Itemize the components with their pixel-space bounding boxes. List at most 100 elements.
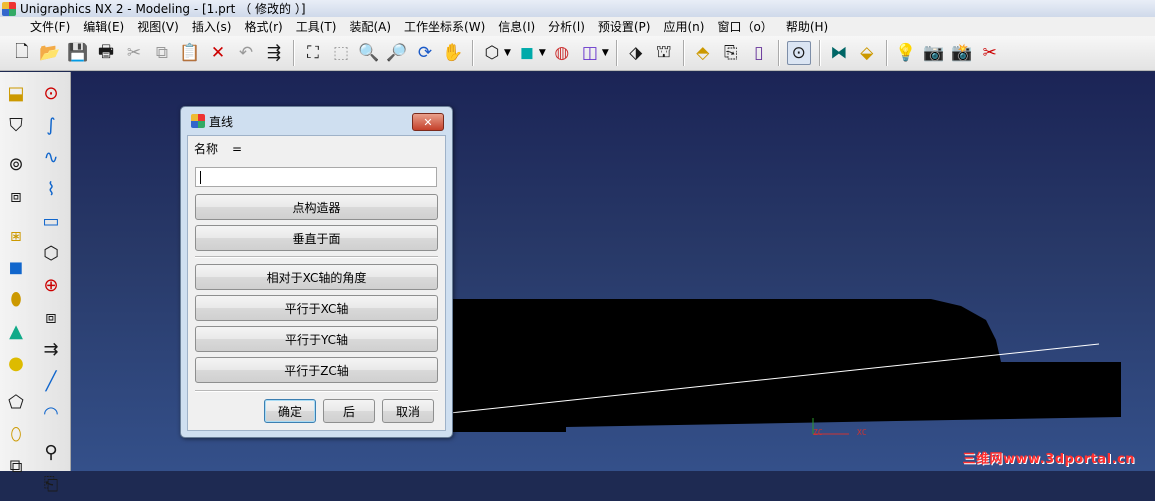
trim-icon[interactable]: ⚲ xyxy=(39,440,63,464)
render-style-icon[interactable]: ◼ xyxy=(516,42,538,64)
menu-edit[interactable]: 编辑(E) xyxy=(77,18,131,35)
spline-icon[interactable]: ∫ xyxy=(39,113,63,137)
rectangle-icon[interactable]: ▭ xyxy=(39,209,63,233)
cut-icon[interactable]: ✂ xyxy=(123,42,145,64)
toolbar-separator xyxy=(818,40,820,66)
menu-tools[interactable]: 工具(T) xyxy=(290,18,344,35)
form-feature-toolbar: ⬓ ⛉ ⊚ ⧈ ⧆ ◼ ⬮ ▲ ● ⬠ ⬯ ⧉ xyxy=(1,78,31,483)
menu-format[interactable]: 格式(r) xyxy=(238,18,289,35)
menu-application[interactable]: 应用(n) xyxy=(657,18,711,35)
cylinder-icon[interactable]: ⬮ xyxy=(4,287,28,311)
repeat-command-icon[interactable]: ⇶ xyxy=(263,42,285,64)
drafting-icon[interactable]: ⎘ xyxy=(720,42,742,64)
component-icon[interactable]: ⬗ xyxy=(625,42,647,64)
offset-curve-icon[interactable]: ⇉ xyxy=(39,337,63,361)
angle-to-xc-button[interactable]: 相对于XC轴的角度 xyxy=(195,264,438,290)
menu-information[interactable]: 信息(I) xyxy=(492,18,542,35)
chevron-down-icon[interactable]: ▼ xyxy=(504,48,511,58)
extrude-icon[interactable]: ⛉ xyxy=(4,113,28,137)
ellipse-icon[interactable]: ⊕ xyxy=(39,273,63,297)
arc-icon[interactable]: ◠ xyxy=(39,401,63,425)
name-label: 名称 xyxy=(194,142,219,156)
menu-wcs[interactable]: 工作坐标系(W) xyxy=(398,18,492,35)
selection-filter-icon[interactable]: ⧓ xyxy=(828,42,850,64)
curve-icon[interactable]: ∿ xyxy=(39,145,63,169)
hole-icon[interactable]: ⊚ xyxy=(4,152,28,176)
point-icon[interactable]: ⊙ xyxy=(39,81,63,105)
paste-icon[interactable]: 📋 xyxy=(179,42,201,64)
zoom-in-out-icon[interactable]: 🔎 xyxy=(386,42,408,64)
edit-object-display-icon[interactable]: ◍ xyxy=(551,42,573,64)
edge-blend-icon[interactable]: ⬯ xyxy=(4,422,28,446)
dialog-body: 名称 = 点构造器 垂直于面 相对于XC轴的角度 平行于XC轴 平行于YC轴 平行… xyxy=(187,135,446,431)
pan-icon[interactable]: ✋ xyxy=(442,42,464,64)
face-blend-icon[interactable]: ⬠ xyxy=(4,390,28,414)
solid-body xyxy=(450,299,1121,432)
helix-icon[interactable]: ⧈ xyxy=(39,305,63,329)
undo-icon[interactable]: ↶ xyxy=(235,42,257,64)
new-file-icon[interactable]: 🗋 xyxy=(11,42,33,64)
door-exit-icon[interactable]: ▯ xyxy=(748,42,770,64)
open-folder-icon[interactable]: 📂 xyxy=(39,42,61,64)
sphere-icon[interactable]: ● xyxy=(4,351,28,375)
toolbar-separator xyxy=(615,40,617,66)
polygon-icon[interactable]: ⬡ xyxy=(39,241,63,265)
zoom-region-icon[interactable]: 🔍 xyxy=(358,42,380,64)
rotate-icon[interactable]: ⟳ xyxy=(414,42,436,64)
left-toolbars: ⬓ ⛉ ⊚ ⧈ ⧆ ◼ ⬮ ▲ ● ⬠ ⬯ ⧉ ⊙ ∫ ∿ ⌇ ▭ ⬡ ⊕ ⧈ … xyxy=(0,72,71,495)
point-constructor-button[interactable]: 点构造器 xyxy=(195,194,438,220)
snap-point-icon[interactable]: ⊙ xyxy=(786,41,811,65)
menu-insert[interactable]: 插入(s) xyxy=(186,18,239,35)
name-input[interactable] xyxy=(195,167,437,187)
xc-axis-label: XC xyxy=(857,428,867,437)
feature-filter-icon[interactable]: ⬙ xyxy=(856,42,878,64)
menu-window[interactable]: 窗口（o） xyxy=(711,18,779,35)
edit-curve-icon[interactable]: ⎗ xyxy=(39,472,63,496)
menu-preferences[interactable]: 预设置(P) xyxy=(592,18,658,35)
parallel-zc-button[interactable]: 平行于ZC轴 xyxy=(195,357,438,383)
menu-view[interactable]: 视图(V) xyxy=(131,18,186,35)
back-button[interactable]: 后 xyxy=(323,399,375,423)
menu-assemblies[interactable]: 装配(A) xyxy=(343,18,398,35)
more-tools-icon[interactable]: ✂ xyxy=(979,42,1001,64)
block-icon[interactable]: ◼ xyxy=(4,255,28,279)
fit-view-icon[interactable]: ⛶ xyxy=(302,42,324,64)
orient-view-icon[interactable]: ⬡ xyxy=(481,42,503,64)
camera-icon[interactable]: 📷 xyxy=(923,42,945,64)
copy-icon[interactable]: ⧉ xyxy=(151,42,173,64)
chamfer-icon[interactable]: ⧉ xyxy=(4,454,28,478)
dialog-title-bar[interactable]: 直线 ✕ xyxy=(181,107,452,135)
delete-icon[interactable]: ✕ xyxy=(207,42,229,64)
polyline-icon[interactable]: ⌇ xyxy=(39,177,63,201)
perpendicular-to-face-button[interactable]: 垂直于面 xyxy=(195,225,438,251)
line-icon[interactable]: ╱ xyxy=(39,369,63,393)
parallel-yc-button[interactable]: 平行于YC轴 xyxy=(195,326,438,352)
assembly-navigator-icon[interactable]: ⛫ xyxy=(653,42,675,64)
part-navigator-icon[interactable]: ⬘ xyxy=(692,42,714,64)
cancel-button[interactable]: 取消 xyxy=(382,399,434,423)
sketch-icon[interactable]: ⬓ xyxy=(4,81,28,105)
zoom-window-icon[interactable]: ⬚ xyxy=(330,42,352,64)
print-icon[interactable]: 🖶 xyxy=(95,42,117,64)
camera-capture-icon[interactable]: 📸 xyxy=(951,42,973,64)
chevron-down-icon[interactable]: ▼ xyxy=(602,48,609,58)
menu-file[interactable]: 文件(F) xyxy=(0,18,77,35)
chevron-down-icon[interactable]: ▼ xyxy=(539,48,546,58)
parallel-xc-button[interactable]: 平行于XC轴 xyxy=(195,295,438,321)
save-icon[interactable]: 💾 xyxy=(67,42,89,64)
dialog-app-icon xyxy=(191,114,205,128)
pad-icon[interactable]: ⧆ xyxy=(4,223,28,247)
ok-button[interactable]: 确定 xyxy=(264,399,316,423)
menu-analysis[interactable]: 分析(l) xyxy=(542,18,592,35)
lightbulb-icon[interactable]: 💡 xyxy=(895,42,917,64)
window-title: Unigraphics NX 2 - Modeling - [1.prt （ 修… xyxy=(20,2,306,16)
boss-icon[interactable]: ⧈ xyxy=(4,184,28,208)
menu-help[interactable]: 帮助(H) xyxy=(780,18,835,35)
toolbar-separator xyxy=(682,40,684,66)
cone-icon[interactable]: ▲ xyxy=(4,319,28,343)
layer-settings-icon[interactable]: ◫ xyxy=(579,42,601,64)
dialog-title: 直线 xyxy=(209,114,234,129)
close-button[interactable]: ✕ xyxy=(412,113,444,131)
section-divider xyxy=(195,390,438,392)
toolbar-separator xyxy=(293,40,294,66)
